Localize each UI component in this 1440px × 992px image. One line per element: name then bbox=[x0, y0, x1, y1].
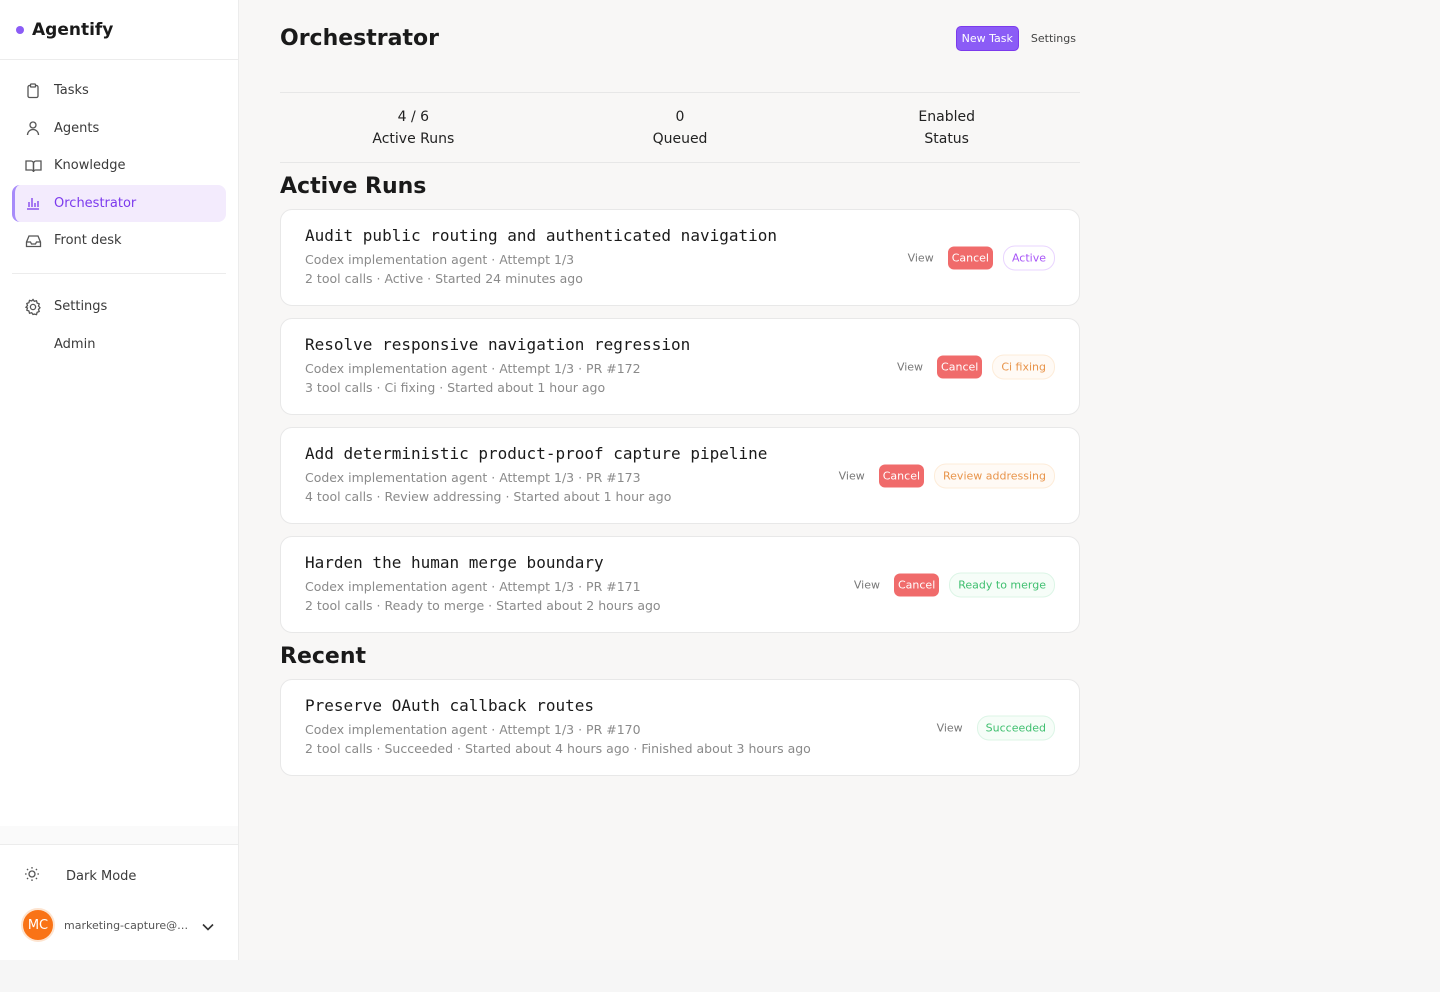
status-badge: Review addressing bbox=[934, 463, 1055, 488]
sidebar-item-tasks[interactable]: Tasks bbox=[12, 72, 226, 109]
brand-dot-icon bbox=[16, 25, 24, 34]
stat-active-runs: 4 / 6 Active Runs bbox=[280, 93, 547, 162]
run-actions: View Cancel Ready to merge bbox=[850, 572, 1055, 597]
chevron-down-icon[interactable] bbox=[202, 916, 214, 935]
dark-mode-toggle[interactable]: Dark Mode bbox=[0, 845, 238, 907]
sidebar-item-label: Settings bbox=[54, 299, 108, 314]
status-badge: Ci fixing bbox=[992, 354, 1055, 379]
main-content: Orchestrator New Task Settings 4 / 6 Act… bbox=[280, 0, 1080, 788]
view-button[interactable]: View bbox=[893, 360, 927, 373]
sun-icon bbox=[24, 866, 42, 886]
page-header: Orchestrator New Task Settings bbox=[280, 0, 1080, 93]
sidebar-item-knowledge[interactable]: Knowledge bbox=[12, 147, 226, 184]
sidebar-item-label: Knowledge bbox=[54, 158, 126, 173]
cancel-button[interactable]: Cancel bbox=[893, 573, 940, 596]
bar-chart-icon bbox=[24, 194, 42, 212]
bottom-strip bbox=[0, 960, 1440, 992]
run-card: Audit public routing and authenticated n… bbox=[280, 209, 1080, 306]
run-actions: View Cancel Ci fixing bbox=[893, 354, 1055, 379]
stat-label: Active Runs bbox=[372, 130, 455, 147]
header-actions: New Task Settings bbox=[955, 25, 1080, 51]
view-button[interactable]: View bbox=[835, 469, 869, 482]
run-actions: View Succeeded bbox=[933, 715, 1055, 740]
run-card: Resolve responsive navigation regression… bbox=[280, 318, 1080, 415]
run-card: Harden the human merge boundary Codex im… bbox=[280, 536, 1080, 633]
sidebar-divider bbox=[12, 273, 226, 274]
user-icon bbox=[24, 119, 42, 137]
sidebar-fade bbox=[0, 826, 238, 844]
brand[interactable]: Agentify bbox=[0, 0, 238, 60]
page-title: Orchestrator bbox=[280, 25, 439, 51]
recent-run-card: Preserve OAuth callback routes Codex imp… bbox=[280, 679, 1080, 776]
cancel-button[interactable]: Cancel bbox=[878, 464, 925, 487]
avatar: MC bbox=[21, 908, 55, 942]
run-actions: View Cancel Review addressing bbox=[835, 463, 1055, 488]
status-badge: Active bbox=[1002, 245, 1055, 270]
view-button[interactable]: View bbox=[850, 578, 884, 591]
stat-queued: 0 Queued bbox=[547, 93, 814, 162]
sidebar: Agentify Tasks Agents Knowledge Orchestr… bbox=[0, 0, 239, 960]
run-meta: 4 tool calls · Review addressing · Start… bbox=[305, 489, 672, 504]
brand-name: Agentify bbox=[32, 19, 114, 40]
sidebar-item-label: Admin bbox=[54, 336, 96, 352]
book-icon bbox=[24, 157, 42, 175]
sidebar-item-front-desk[interactable]: Front desk bbox=[12, 222, 226, 259]
settings-button[interactable]: Settings bbox=[1027, 27, 1080, 50]
dark-mode-label: Dark Mode bbox=[66, 868, 137, 884]
stat-value: Enabled bbox=[918, 108, 975, 125]
cancel-button[interactable]: Cancel bbox=[937, 355, 983, 378]
run-meta: 3 tool calls · Ci fixing · Started about… bbox=[305, 380, 606, 395]
stat-label: Queued bbox=[652, 130, 708, 147]
sidebar-item-agents[interactable]: Agents bbox=[12, 110, 226, 147]
sidebar-item-label: Orchestrator bbox=[54, 195, 137, 211]
sidebar-nav: Tasks Agents Knowledge Orchestrator Fron… bbox=[0, 60, 238, 363]
run-meta: 2 tool calls · Ready to merge · Started … bbox=[305, 598, 661, 613]
new-task-button[interactable]: New Task bbox=[955, 25, 1019, 51]
user-menu[interactable]: MC marketing-capture@ag… bbox=[0, 907, 238, 943]
sidebar-footer: Dark Mode MC marketing-capture@ag… bbox=[0, 844, 238, 960]
run-card: Add deterministic product-proof capture … bbox=[280, 427, 1080, 524]
clipboard-icon bbox=[24, 82, 42, 100]
inbox-icon bbox=[24, 232, 42, 250]
run-meta: 2 tool calls · Succeeded · Started about… bbox=[305, 741, 811, 756]
sidebar-item-label: Tasks bbox=[54, 83, 89, 98]
recent-title: Recent bbox=[280, 643, 367, 669]
stat-value: 0 bbox=[675, 108, 685, 125]
active-runs-title: Active Runs bbox=[280, 173, 427, 199]
sidebar-item-label: Front desk bbox=[54, 233, 122, 248]
sidebar-item-orchestrator[interactable]: Orchestrator bbox=[12, 184, 226, 222]
sidebar-item-admin[interactable]: Admin bbox=[12, 326, 226, 363]
sidebar-item-label: Agents bbox=[54, 120, 100, 136]
sidebar-item-settings[interactable]: Settings bbox=[12, 288, 226, 325]
run-meta: 2 tool calls · Active · Started 24 minut… bbox=[305, 271, 583, 286]
user-email: marketing-capture@ag… bbox=[64, 918, 192, 932]
view-button[interactable]: View bbox=[933, 721, 967, 734]
cancel-button[interactable]: Cancel bbox=[947, 246, 993, 269]
stat-status: Enabled Status bbox=[813, 93, 1080, 162]
gear-icon bbox=[24, 297, 42, 316]
view-button[interactable]: View bbox=[904, 251, 938, 264]
run-actions: View Cancel Active bbox=[904, 245, 1055, 270]
stat-label: Status bbox=[924, 130, 969, 147]
status-badge: Succeeded bbox=[976, 715, 1055, 740]
stat-value: 4 / 6 bbox=[397, 108, 430, 125]
stats-bar: 4 / 6 Active Runs 0 Queued Enabled Statu… bbox=[280, 93, 1080, 163]
status-badge: Ready to merge bbox=[949, 572, 1055, 597]
